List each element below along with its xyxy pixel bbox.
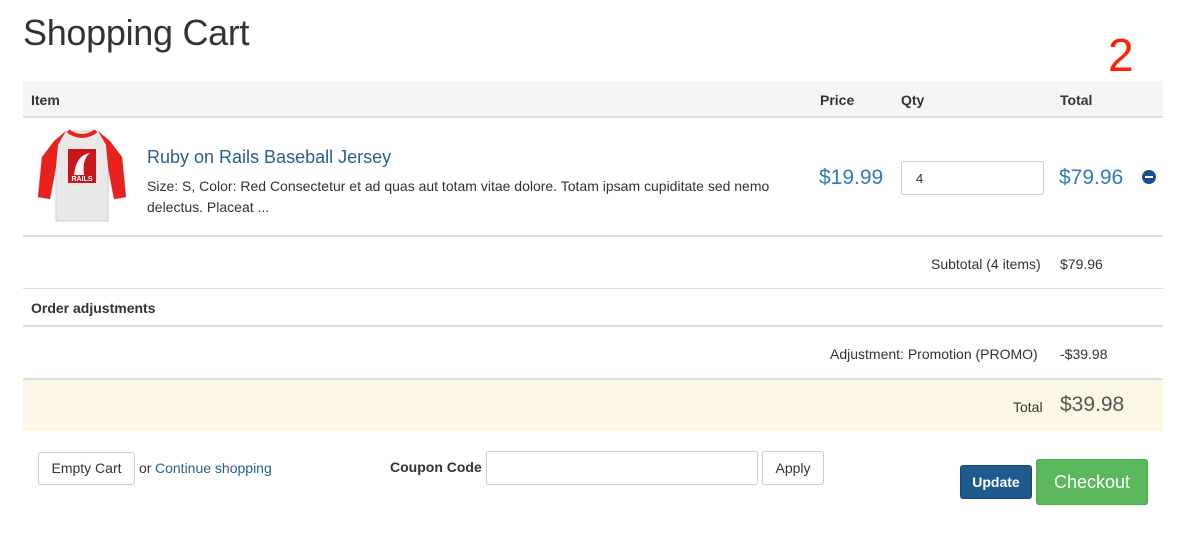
cart-table: Item Price Qty Total [23,81,1163,118]
continue-shopping-link[interactable]: Continue shopping [155,460,272,476]
update-cart-button[interactable]: Update [960,465,1032,499]
page-title: Shopping Cart [23,12,250,53]
subtotal-label: Subtotal (4 items) [931,256,1041,272]
row-divider [23,288,1163,289]
jersey-logo-text: RAILS [72,176,93,183]
total-label: Total [1013,399,1043,415]
header-total: Total [1060,92,1093,108]
header-qty: Qty [901,92,925,108]
order-adjustments-heading: Order adjustments [31,300,156,316]
cart-count-badge: 2 [1108,29,1134,81]
order-total-value: $39.98 [1060,393,1125,416]
row-divider [23,325,1163,327]
quantity-input[interactable] [901,161,1044,195]
coupon-code-label: Coupon Code [390,459,482,475]
adjustment-label: Adjustment: Promotion (PROMO) [830,346,1038,362]
apply-coupon-button[interactable]: Apply [762,451,824,485]
empty-cart-button[interactable]: Empty Cart [38,452,135,485]
row-divider [23,235,1163,237]
product-image[interactable]: RAILS [37,127,127,225]
table-header: Item Price Qty Total [23,81,1163,118]
item-price: $19.99 [819,166,884,189]
adjustment-value: -$39.98 [1060,346,1108,362]
product-name-link[interactable]: Ruby on Rails Baseball Jersey [147,147,391,168]
checkout-button[interactable]: Checkout [1036,459,1148,505]
remove-item-icon[interactable] [1142,170,1156,184]
jersey-image-icon: RAILS [37,129,127,222]
total-row: Total $39.98 [23,380,1163,431]
subtotal-value: $79.96 [1060,256,1103,272]
header-price: Price [820,92,855,108]
or-text: or [139,460,152,476]
product-description: Size: S, Color: Red Consectetur et ad qu… [147,178,770,215]
item-total: $79.96 [1059,166,1124,189]
coupon-code-input[interactable] [486,451,758,485]
header-item: Item [31,92,60,108]
